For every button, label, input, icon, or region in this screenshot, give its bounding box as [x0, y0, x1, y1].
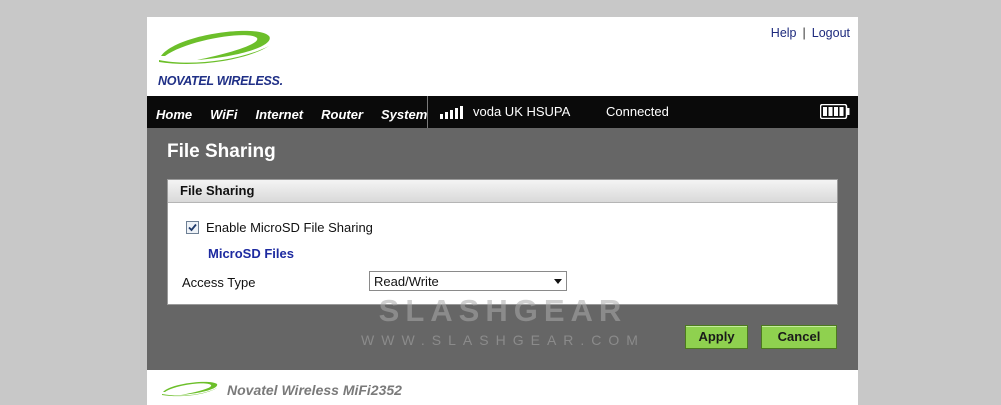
access-type-label: Access Type	[182, 275, 256, 290]
microsd-files-link[interactable]: MicroSD Files	[208, 246, 294, 261]
nav-item-router[interactable]: Router	[321, 107, 363, 122]
footer-logo-swoosh-icon	[162, 381, 218, 397]
file-sharing-panel: File Sharing Enable MicroSD File Sharing…	[167, 179, 838, 305]
nav-item-internet[interactable]: Internet	[255, 107, 303, 122]
logo-swoosh-icon	[159, 30, 270, 65]
access-type-select[interactable]: Read/Write	[369, 271, 567, 291]
panel-header: File Sharing	[168, 180, 837, 203]
logout-link[interactable]: Logout	[812, 26, 850, 40]
page-title: File Sharing	[167, 141, 276, 162]
cancel-button[interactable]: Cancel	[761, 325, 837, 349]
footer-product-name: Novatel Wireless MiFi2352	[227, 382, 402, 398]
enable-sharing-row: Enable MicroSD File Sharing	[186, 220, 373, 235]
help-link[interactable]: Help	[771, 26, 797, 40]
footer: Novatel Wireless MiFi2352	[147, 370, 858, 405]
battery-icon	[820, 104, 850, 119]
page: NOVATEL WIRELESS. Help | Logout Home WiFi …	[147, 17, 858, 405]
apply-button[interactable]: Apply	[685, 325, 748, 349]
dropdown-arrow-icon	[554, 279, 562, 284]
brand-name: NOVATEL WIRELESS.	[158, 74, 283, 88]
novatel-logo: NOVATEL WIRELESS.	[157, 26, 283, 92]
carrier-status: voda UK HSUPA	[473, 104, 571, 119]
link-separator: |	[802, 26, 806, 40]
signal-bars-icon	[440, 106, 463, 119]
nav-item-home[interactable]: Home	[156, 107, 192, 122]
main-content: File Sharing File Sharing Enable MicroSD…	[147, 128, 858, 370]
checkmark-icon	[188, 223, 197, 232]
nav-divider	[427, 96, 428, 128]
top-links: Help | Logout	[771, 26, 850, 40]
enable-sharing-checkbox[interactable]	[186, 221, 199, 234]
access-type-value: Read/Write	[374, 274, 439, 289]
nav-bar: Home WiFi Internet Router System voda UK…	[147, 96, 858, 128]
nav-item-wifi[interactable]: WiFi	[210, 107, 237, 122]
nav-menu: Home WiFi Internet Router System	[156, 96, 445, 128]
connection-status: Connected	[606, 104, 669, 119]
enable-sharing-label: Enable MicroSD File Sharing	[206, 220, 373, 235]
watermark-url: WWW.SLASHGEAR.COM	[361, 332, 645, 348]
nav-item-system[interactable]: System	[381, 107, 427, 122]
